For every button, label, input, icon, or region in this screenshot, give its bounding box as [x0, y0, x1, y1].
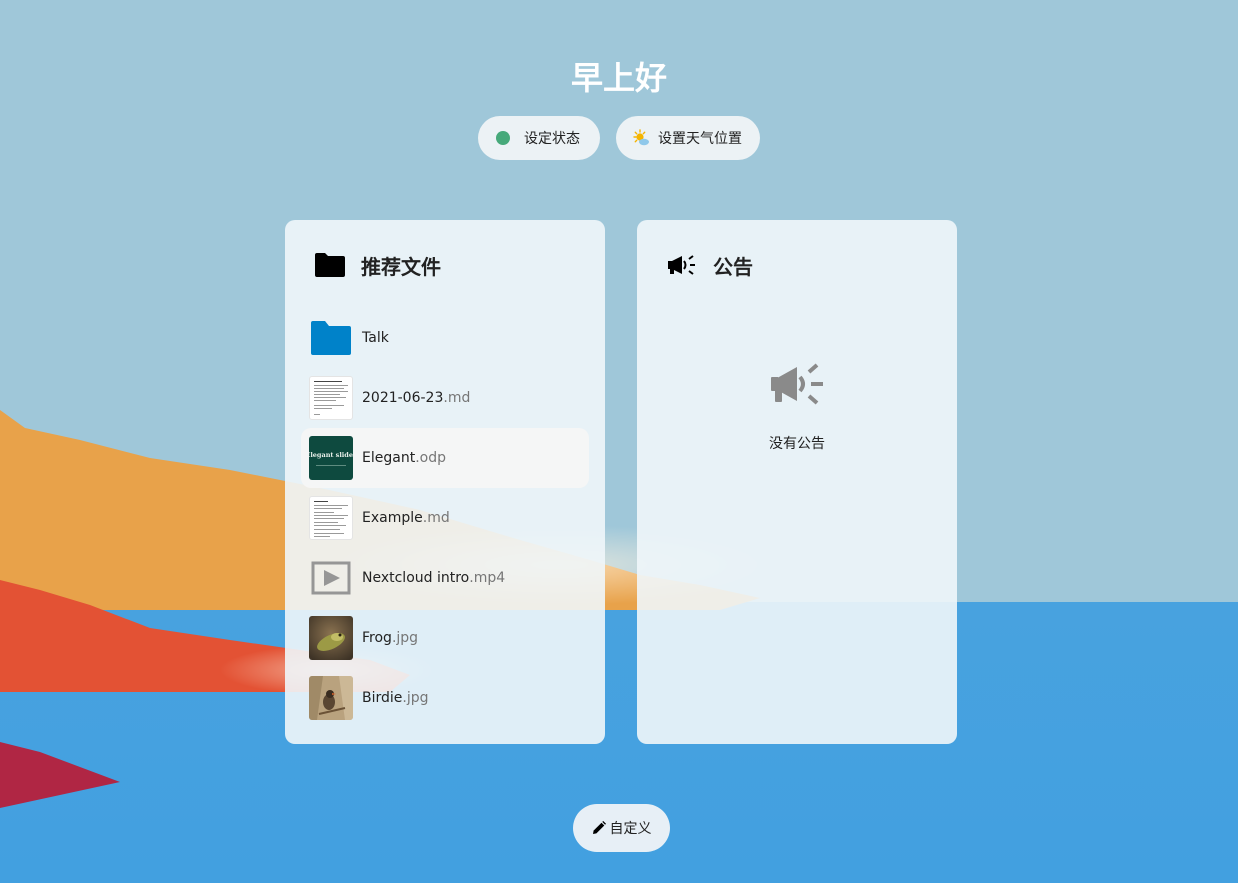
file-name: Example	[362, 510, 423, 526]
folder-icon	[309, 316, 353, 360]
presentation-thumbnail-text: Elegant slides	[309, 450, 353, 459]
status-actions: 设定状态 设置天气位置	[0, 116, 1238, 160]
file-name: Nextcloud intro	[362, 570, 470, 586]
video-icon	[309, 556, 353, 600]
file-item-2021-06-23[interactable]: 2021-06-23 .md	[301, 368, 589, 428]
file-extension: .odp	[415, 450, 446, 466]
online-status-icon	[496, 131, 510, 145]
megaphone-icon	[771, 363, 823, 405]
file-extension: .md	[422, 510, 450, 526]
set-weather-label: 设置天气位置	[658, 131, 742, 147]
file-extension: .mp4	[469, 570, 506, 586]
no-announcements-text: 没有公告	[769, 436, 825, 452]
image-thumbnail	[309, 616, 353, 660]
set-status-label: 设定状态	[524, 131, 580, 147]
file-extension: .md	[443, 390, 471, 406]
file-extension: .jpg	[402, 690, 429, 706]
file-item-talk[interactable]: Talk	[301, 308, 589, 368]
recommended-files-title: 推荐文件	[361, 254, 441, 279]
folder-icon	[315, 251, 345, 279]
weather-sun-cloud-icon	[633, 129, 649, 146]
announcements-empty-state: 没有公告	[637, 362, 957, 453]
pencil-icon	[592, 821, 606, 834]
file-name: Elegant	[362, 450, 416, 466]
set-status-button[interactable]: 设定状态	[478, 116, 600, 160]
greeting-heading: 早上好	[570, 59, 667, 97]
file-name: Frog	[362, 630, 392, 646]
file-extension: .jpg	[391, 630, 419, 646]
image-thumbnail	[309, 676, 353, 720]
file-item-elegant[interactable]: Elegant slides Elegant .odp	[301, 428, 589, 488]
file-item-frog[interactable]: Frog .jpg	[301, 608, 589, 668]
customize-label: 自定义	[609, 821, 652, 837]
document-thumbnail	[309, 376, 353, 420]
set-weather-location-button[interactable]: 设置天气位置	[616, 116, 760, 160]
file-name: Talk	[362, 330, 389, 346]
customize-button[interactable]: 自定义	[573, 804, 670, 852]
file-name: Birdie	[362, 690, 403, 706]
recommended-files-header: 推荐文件	[315, 250, 441, 280]
announcements-title: 公告	[713, 254, 753, 279]
announcements-panel: 公告 没有公告	[637, 220, 957, 744]
file-item-birdie[interactable]: Birdie .jpg	[301, 668, 589, 728]
megaphone-icon	[667, 251, 697, 279]
presentation-thumbnail: Elegant slides	[309, 436, 353, 480]
announcements-header: 公告	[667, 250, 753, 280]
document-thumbnail	[309, 496, 353, 540]
file-item-example[interactable]: Example .md	[301, 488, 589, 548]
recommended-files-panel: 推荐文件 Talk 2021-06-23 .md legant slide El…	[285, 220, 605, 744]
file-item-nextcloud-intro[interactable]: Nextcloud intro .mp4	[301, 548, 589, 608]
file-name: 2021-06-23	[362, 390, 444, 406]
